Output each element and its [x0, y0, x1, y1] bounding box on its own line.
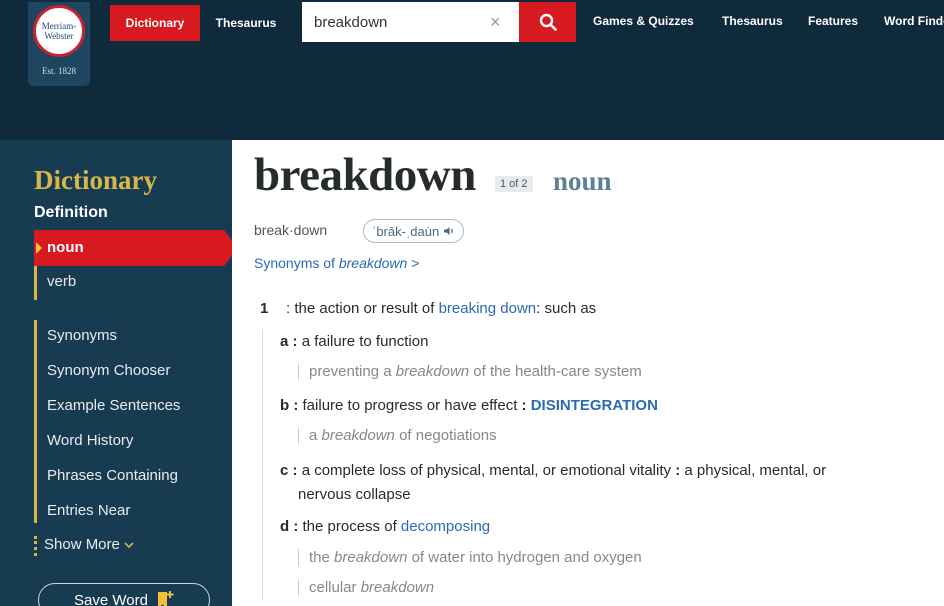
sidebar-item-synonym-chooser[interactable]: Synonym Chooser — [47, 362, 170, 379]
show-more-toggle[interactable]: Show More — [44, 536, 134, 553]
chevron-down-icon — [124, 542, 134, 549]
headword: breakdown — [254, 149, 476, 201]
sense-a-text: a failure to function — [301, 333, 429, 350]
logo-est-text: Est. 1828 — [41, 66, 76, 76]
sense-b-text: failure to progress or have effect — [302, 397, 518, 414]
sense-a-definition: a : a failure to function — [280, 333, 429, 350]
sense-1-text: : the action or result of — [286, 300, 439, 317]
sense-c-definition: c : a complete loss of physical, mental,… — [280, 462, 827, 479]
nav-word-finder[interactable]: Word Finder — [884, 14, 944, 28]
search-box: × — [302, 2, 519, 42]
logo-wordmark: Merriam- Webster — [41, 21, 77, 41]
example-keyword: breakdown — [321, 427, 395, 444]
example-sentence: the breakdown of water into hydrogen and… — [298, 549, 642, 566]
sidebar-item-example-sentences[interactable]: Example Sentences — [47, 397, 180, 414]
sense-letter: d — [280, 518, 290, 535]
example-keyword: breakdown — [360, 579, 435, 596]
breaking-down-link[interactable]: breaking down — [439, 300, 537, 317]
nav-thesaurus[interactable]: Thesaurus — [722, 14, 783, 28]
sidebar-item-entries-near[interactable]: Entries Near — [47, 502, 130, 519]
pronunciation-text: ˈbrāk-ˌdau̇n — [372, 223, 440, 239]
save-word-button[interactable]: Save Word — [38, 583, 210, 606]
sense-number: 1 — [260, 300, 269, 317]
pronunciation-button[interactable]: ˈbrāk-ˌdau̇n — [363, 219, 465, 243]
example-sentence: a breakdown of negotiations — [298, 427, 497, 444]
synonyms-link[interactable]: Synonyms of breakdown > — [254, 255, 419, 271]
show-more-label: Show More — [44, 536, 120, 553]
example-text: the — [309, 549, 335, 566]
site-header: Merriam- Webster Est. 1828 Dictionary The… — [0, 0, 944, 140]
sidebar-item-phrases-containing[interactable]: Phrases Containing — [47, 467, 178, 484]
search-button[interactable] — [519, 2, 576, 42]
search-icon — [539, 13, 557, 31]
clear-search-icon[interactable]: × — [490, 12, 501, 32]
sense-c-text: a complete loss of physical, mental, or … — [301, 462, 672, 479]
sense-d-text: the process of — [302, 518, 401, 535]
sense-c-continuation: nervous collapse — [298, 486, 411, 503]
sidebar-nav: Dictionary Definition noun verb Synonyms… — [0, 140, 238, 606]
example-sentence: preventing a breakdown of the health-car… — [298, 363, 642, 380]
example-text: cellular — [309, 579, 361, 596]
sidebar-item-verb[interactable]: verb — [47, 273, 76, 290]
sense-1-definition: : the action or result of breaking down:… — [286, 300, 596, 317]
example-text: of negotiations — [394, 427, 497, 444]
sidebar-item-noun[interactable]: noun — [47, 239, 84, 256]
search-input[interactable] — [314, 10, 484, 34]
tab-thesaurus[interactable]: Thesaurus — [204, 5, 288, 41]
sidebar-item-synonyms[interactable]: Synonyms — [47, 327, 117, 344]
show-more-dots — [34, 536, 37, 556]
active-caret-icon — [36, 242, 42, 254]
example-keyword: breakdown — [395, 363, 470, 380]
example-text: a — [309, 427, 322, 444]
sense-c-text-2: a physical, mental, or — [684, 462, 827, 479]
entry-count-badge: 1 of 2 — [495, 176, 533, 192]
sidebar-accent-bar — [34, 320, 37, 523]
sidebar-item-word-history[interactable]: Word History — [47, 432, 133, 449]
part-of-speech[interactable]: noun — [553, 166, 612, 197]
speaker-icon — [444, 227, 454, 235]
example-text: preventing a — [309, 363, 396, 380]
nav-features[interactable]: Features — [808, 14, 858, 28]
sense-divider — [262, 330, 263, 600]
decomposing-link[interactable]: decomposing — [401, 518, 490, 535]
nav-games-quizzes[interactable]: Games & Quizzes — [593, 14, 694, 28]
syllables: break·down — [254, 222, 328, 238]
sense-1-suffix: : such as — [536, 300, 597, 317]
bookmark-plus-icon — [157, 591, 174, 606]
merriam-webster-logo[interactable]: Merriam- Webster Est. 1828 — [28, 2, 90, 86]
save-word-label: Save Word — [74, 591, 148, 606]
synonyms-link-word: breakdown — [338, 255, 408, 271]
example-sentence: cellular breakdown — [298, 579, 434, 596]
sense-b-definition: b : failure to progress or have effect :… — [280, 397, 658, 414]
entry-main: breakdown 1 of 2 noun break·down ˈbrāk-ˌ… — [232, 140, 944, 606]
tab-dictionary[interactable]: Dictionary — [110, 5, 200, 41]
sidebar-section-definition[interactable]: Definition — [34, 204, 108, 222]
example-keyword: breakdown — [334, 549, 408, 566]
sense-letter: b — [280, 397, 290, 414]
sidebar-title: Dictionary — [34, 165, 157, 195]
synonyms-link-prefix: Synonyms of — [254, 255, 339, 271]
synonyms-link-chevron: > — [407, 255, 420, 271]
logo-seal: Merriam- Webster — [33, 5, 85, 57]
disintegration-link[interactable]: DISINTEGRATION — [531, 397, 658, 414]
sense-d-definition: d : the process of decomposing — [280, 518, 491, 535]
example-text: of the health-care system — [469, 363, 642, 380]
example-text: of water into hydrogen and oxygen — [407, 549, 642, 566]
